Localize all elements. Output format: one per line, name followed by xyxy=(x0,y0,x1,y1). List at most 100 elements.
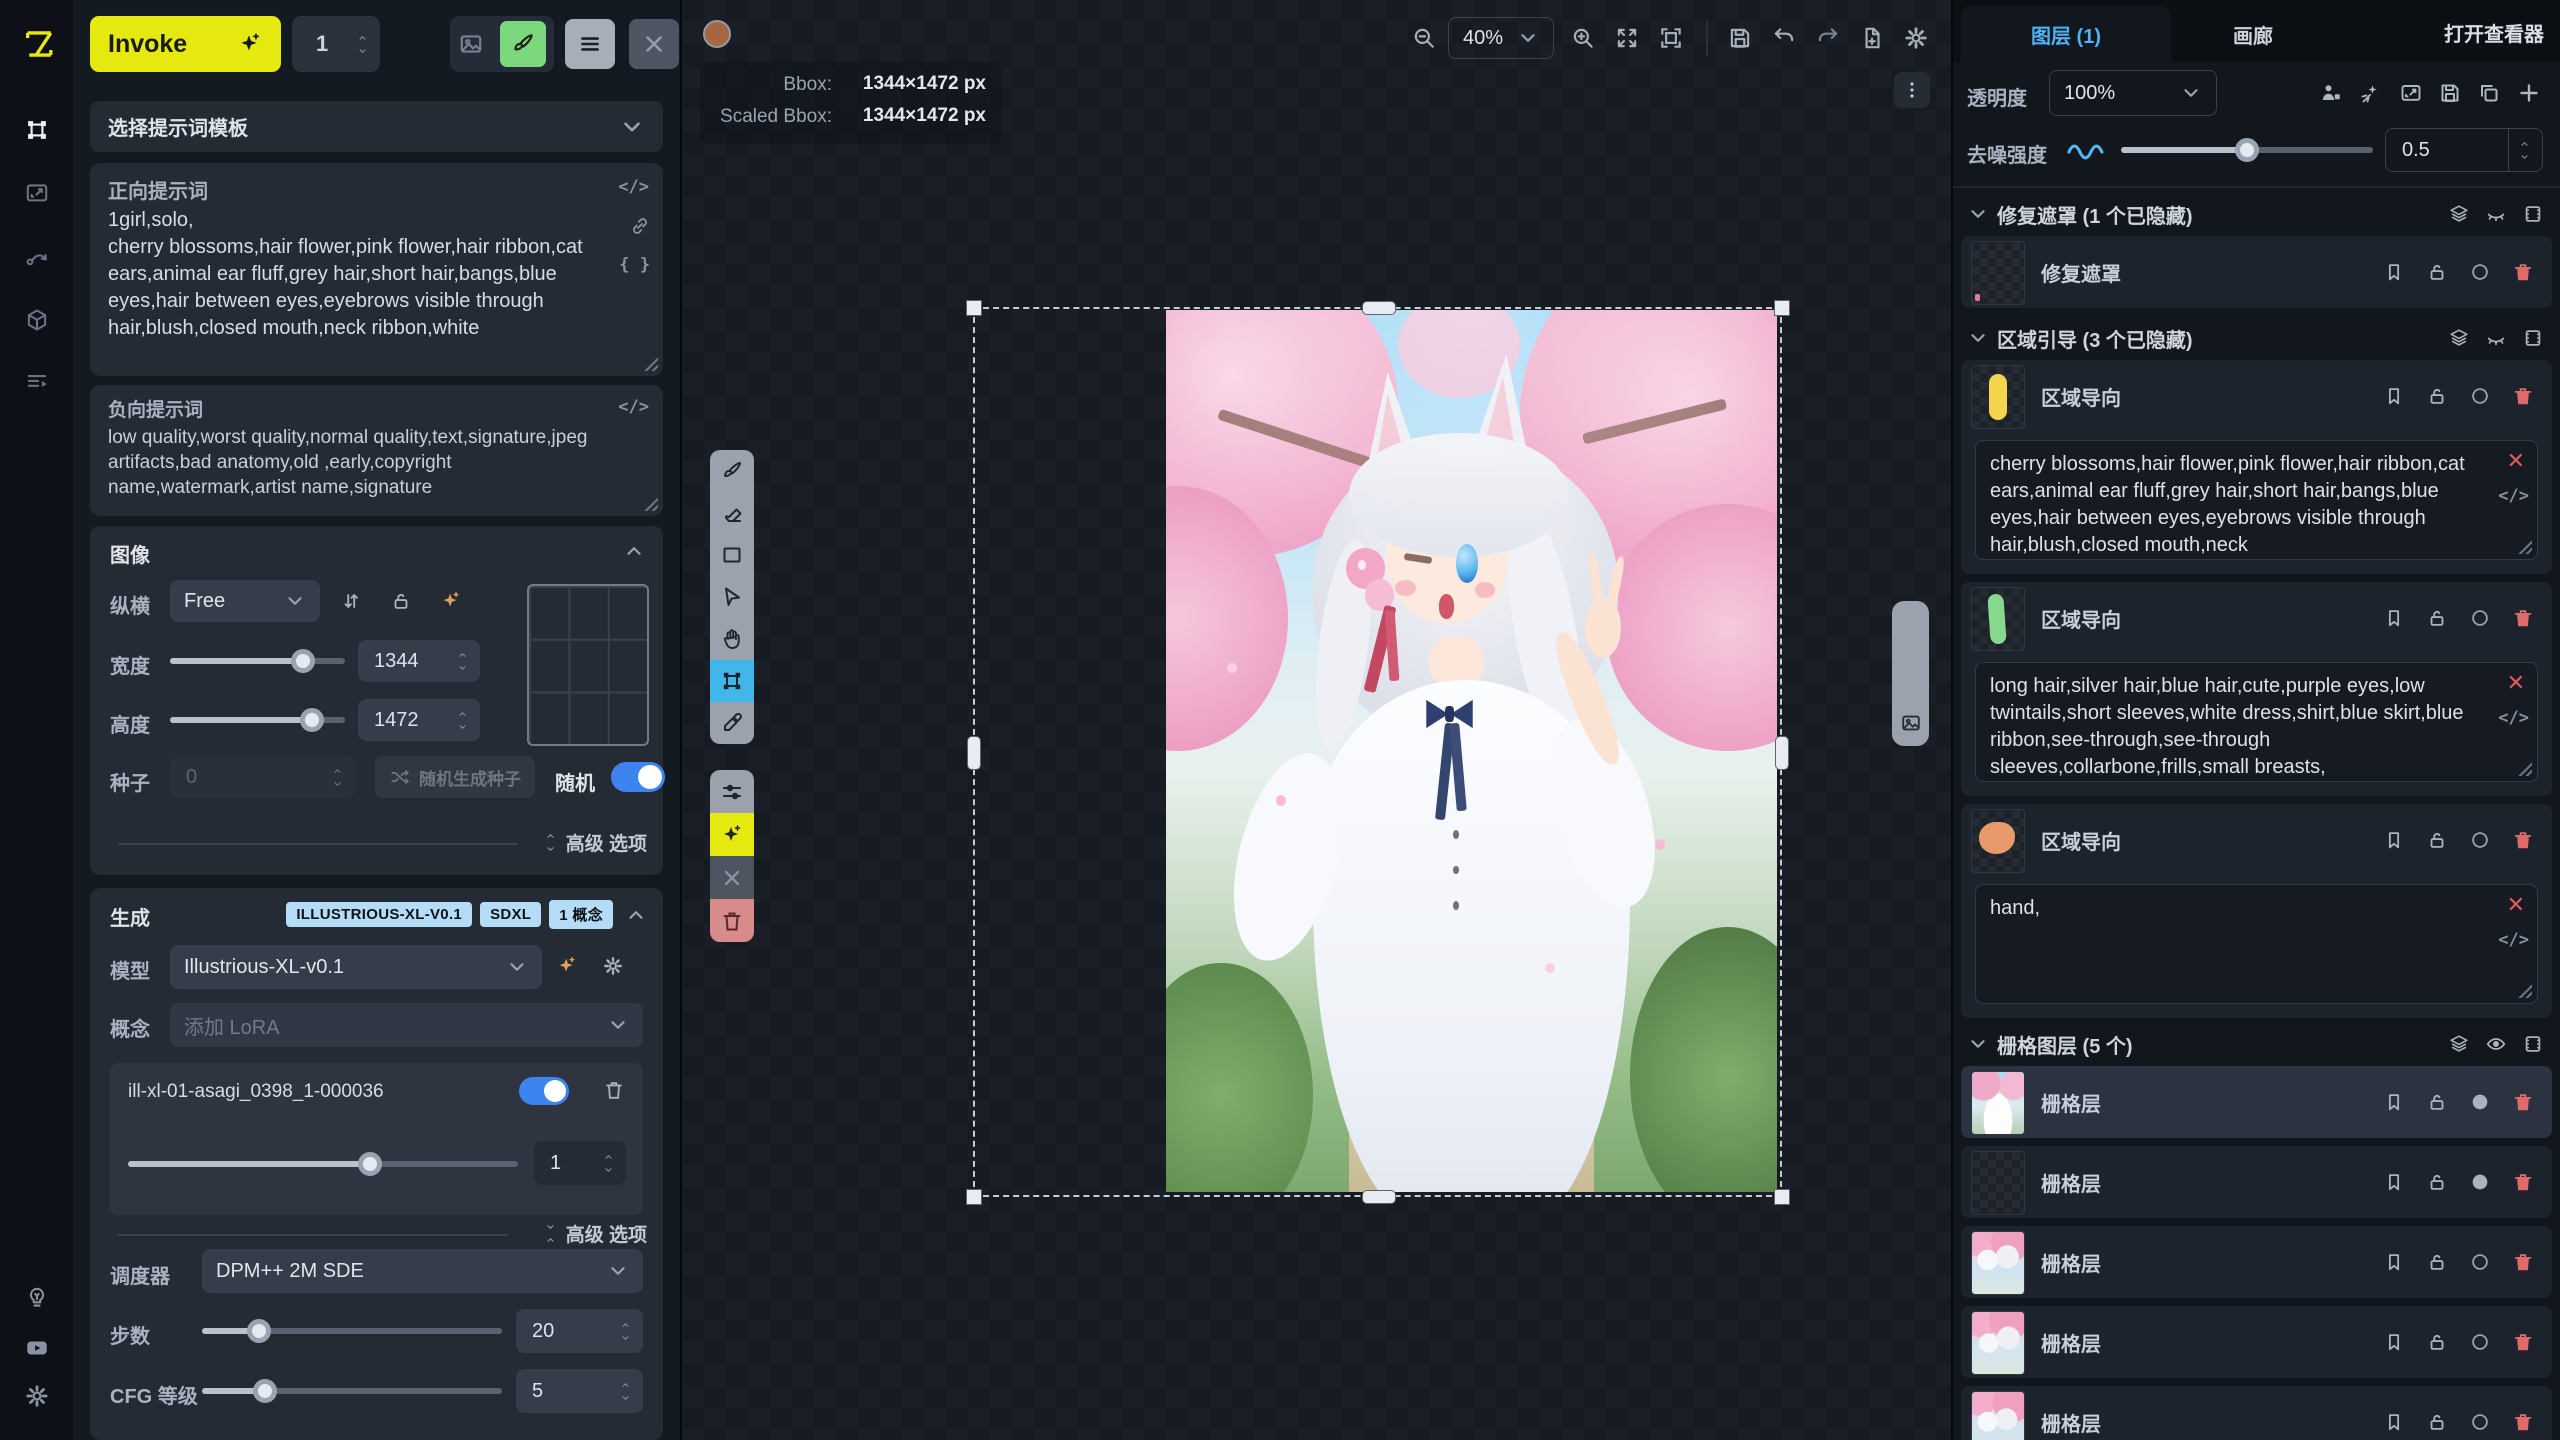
height-input[interactable]: 1472 xyxy=(358,699,480,741)
bbox-handle-nw[interactable] xyxy=(966,300,982,316)
bookmark-icon[interactable] xyxy=(2383,1331,2405,1353)
prompt-template-selector[interactable]: 选择提示词模板 xyxy=(90,101,663,152)
embedding-code-icon[interactable]: </> xyxy=(618,397,649,417)
add-lora-select[interactable]: 添加 LoRA xyxy=(170,1003,643,1047)
model-select[interactable]: Illustrious-XL-v0.1 xyxy=(170,945,542,989)
fit-bbox-icon[interactable] xyxy=(1658,25,1684,51)
nav-canvas-icon[interactable] xyxy=(24,117,50,143)
link-prompts-icon[interactable] xyxy=(629,215,651,237)
nav-workflows-icon[interactable] xyxy=(24,244,50,270)
layer-row-raster-3[interactable]: 栅格层 xyxy=(1961,1226,2552,1298)
bookmark-icon[interactable] xyxy=(2383,607,2405,629)
collapse-chevron-icon[interactable] xyxy=(625,904,647,926)
denoise-input[interactable]: 0.5 xyxy=(2385,128,2543,172)
layers-stack-icon[interactable] xyxy=(2448,203,2470,225)
layers-stack-icon[interactable] xyxy=(2448,1033,2470,1055)
tool-pan-hand[interactable] xyxy=(710,618,754,660)
visibility-circle-icon[interactable] xyxy=(2469,1091,2491,1113)
layers-stack-icon[interactable] xyxy=(2448,327,2470,349)
canvas-frame-icon[interactable] xyxy=(2522,1033,2544,1055)
lora-weight-slider[interactable] xyxy=(128,1151,518,1177)
tool-delete[interactable] xyxy=(710,899,754,942)
nav-upscale-icon[interactable] xyxy=(24,180,50,206)
delete-layer-icon[interactable] xyxy=(2512,1251,2534,1273)
random-seed-toggle[interactable] xyxy=(611,762,665,792)
seed-input[interactable]: 0 xyxy=(170,756,355,798)
tool-rectangle[interactable] xyxy=(710,534,754,576)
tool-filter[interactable] xyxy=(710,770,754,813)
bookmark-icon[interactable] xyxy=(2383,1171,2405,1193)
bookmark-icon[interactable] xyxy=(2383,261,2405,283)
delete-layer-icon[interactable] xyxy=(2512,261,2534,283)
lora-trash-icon[interactable] xyxy=(603,1079,625,1101)
eye-closed-icon[interactable] xyxy=(2485,327,2507,349)
lora-weight-input[interactable]: 1 xyxy=(534,1141,626,1185)
regional-prompt-input-2[interactable]: long hair,silver hair,blue hair,cute,pur… xyxy=(1975,662,2538,782)
layer-row-raster-4[interactable]: 栅格层 xyxy=(1961,1306,2552,1378)
visibility-circle-icon[interactable] xyxy=(2469,1251,2491,1273)
collapse-chevron-icon[interactable] xyxy=(623,540,645,562)
cfg-slider-knob[interactable] xyxy=(253,1379,277,1403)
lock-icon[interactable] xyxy=(2426,385,2448,407)
remove-prompt-x-icon[interactable]: ✕ xyxy=(2507,669,2525,696)
image-advanced-options[interactable]: 高级 选项 xyxy=(543,829,647,856)
filter-wand-icon[interactable] xyxy=(2359,81,2383,105)
lock-icon[interactable] xyxy=(2426,1091,2448,1113)
cfg-slider[interactable] xyxy=(202,1378,502,1404)
tool-cancel[interactable] xyxy=(710,856,754,899)
zoom-in-icon[interactable] xyxy=(1570,25,1596,51)
layer-row-regional-1[interactable]: 区域导向 cherry blossoms,hair flower,pink fl… xyxy=(1961,360,2552,574)
swap-dimensions-icon[interactable] xyxy=(340,590,362,612)
section-regional-guidance[interactable]: 区域引导 (3 个已隐藏) xyxy=(1953,320,2560,356)
cfg-input[interactable]: 5 xyxy=(516,1369,643,1413)
youtube-icon[interactable] xyxy=(24,1335,50,1361)
add-layer-icon[interactable] xyxy=(2517,81,2541,105)
tool-invoke-sparkle[interactable] xyxy=(710,813,754,856)
eye-closed-icon[interactable] xyxy=(2485,203,2507,225)
bookmark-icon[interactable] xyxy=(2383,1411,2405,1433)
lock-aspect-icon[interactable] xyxy=(390,590,412,612)
canvas-menu-button[interactable] xyxy=(1894,72,1930,108)
bbox-handle-n[interactable] xyxy=(1362,301,1396,315)
tool-brush[interactable] xyxy=(710,450,754,492)
remove-prompt-x-icon[interactable]: ✕ xyxy=(2507,891,2525,918)
bookmark-icon[interactable] xyxy=(2383,1251,2405,1273)
delete-layer-icon[interactable] xyxy=(2512,829,2534,851)
height-slider-knob[interactable] xyxy=(300,708,324,732)
viewer-handle-pill[interactable] xyxy=(1892,601,1929,746)
delete-layer-icon[interactable] xyxy=(2512,1171,2534,1193)
regional-prompt-input-3[interactable]: hand, ✕ </> xyxy=(1975,884,2538,1004)
layer-row-raster-2[interactable]: 栅格层 xyxy=(1961,1146,2552,1218)
section-raster-layers[interactable]: 栅格图层 (5 个) xyxy=(1953,1026,2560,1062)
duplicate-layer-icon[interactable] xyxy=(2477,81,2501,105)
section-inpaint-mask[interactable]: 修复遮罩 (1 个已隐藏) xyxy=(1953,196,2560,232)
menu-button[interactable] xyxy=(565,19,615,69)
visibility-circle-icon[interactable] xyxy=(2469,1331,2491,1353)
bbox-handle-sw[interactable] xyxy=(966,1189,982,1205)
layer-row-regional-2[interactable]: 区域导向 long hair,silver hair,blue hair,cut… xyxy=(1961,582,2552,796)
lock-icon[interactable] xyxy=(2426,1411,2448,1433)
fit-to-screen-icon[interactable] xyxy=(1614,25,1640,51)
eye-open-icon[interactable] xyxy=(2485,1033,2507,1055)
settings-gear-icon[interactable] xyxy=(24,1383,50,1409)
generation-bbox[interactable] xyxy=(973,307,1782,1197)
negative-prompt-input[interactable]: low quality,worst quality,normal quality… xyxy=(108,425,628,500)
steps-slider-knob[interactable] xyxy=(247,1319,271,1343)
undo-icon[interactable] xyxy=(1771,25,1797,51)
resize-handle[interactable] xyxy=(2516,760,2532,776)
bbox-handle-se[interactable] xyxy=(1774,1189,1790,1205)
braces-icon[interactable]: { } xyxy=(619,255,650,275)
embedding-code-icon[interactable]: </> xyxy=(2498,483,2529,510)
bookmark-icon[interactable] xyxy=(2383,829,2405,851)
open-viewer-link[interactable]: 打开查看器 xyxy=(2444,18,2544,47)
cancel-button[interactable] xyxy=(629,19,679,69)
delete-layer-icon[interactable] xyxy=(2512,1331,2534,1353)
visibility-circle-icon[interactable] xyxy=(2469,385,2491,407)
canvas-workspace[interactable]: Bbox: 1344×1472 px Scaled Bbox: 1344×147… xyxy=(682,0,1953,1440)
zoom-level-select[interactable]: 40% xyxy=(1448,17,1554,59)
resize-handle[interactable] xyxy=(642,495,658,511)
randomize-seed-button[interactable]: 随机生成种子 xyxy=(375,756,535,798)
tab-layers[interactable]: 图层 (1) xyxy=(1961,6,2171,62)
new-canvas-icon[interactable] xyxy=(1859,25,1885,51)
aspect-select[interactable]: Free xyxy=(170,580,320,622)
